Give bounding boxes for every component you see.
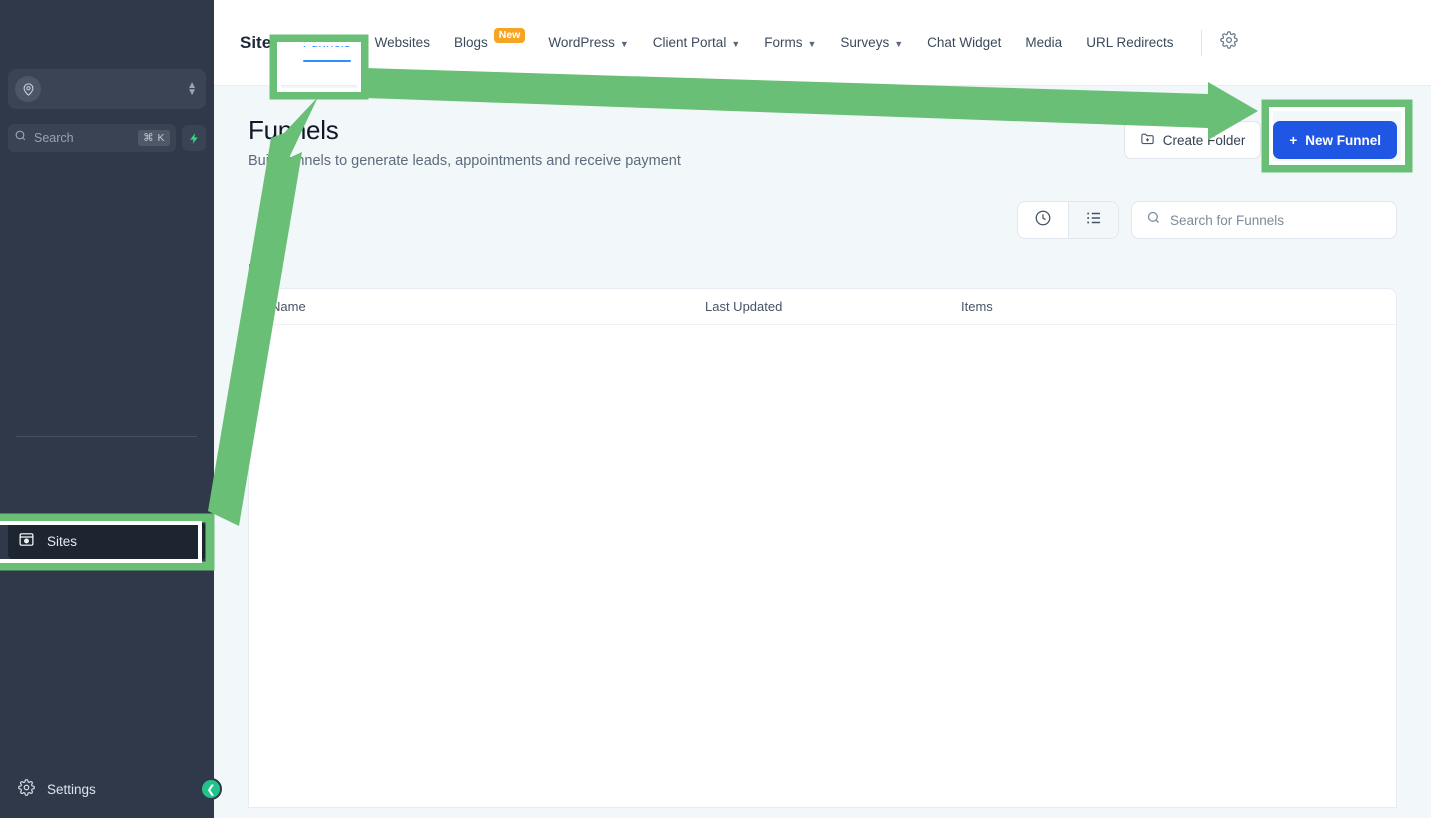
column-header-items[interactable]: Items (961, 299, 1396, 314)
page-header-text: Funnels Build funnels to generate leads,… (248, 115, 681, 169)
toolbar-divider (1201, 29, 1203, 56)
sidebar-item-settings[interactable]: Settings (8, 772, 158, 806)
tab-label: Chat Widget (927, 35, 1002, 50)
sidebar: ▲ ▼ Search ⌘ K Sites Settings ❮ (0, 0, 222, 818)
tab-media[interactable]: Media (1013, 0, 1074, 85)
tab-label: Websites (374, 35, 430, 50)
tab-label: Funnels (302, 35, 351, 50)
list-toolbar: Search for Funnels (248, 201, 1397, 239)
tab-label: URL Redirects (1086, 35, 1174, 50)
tab-label: Media (1025, 35, 1063, 50)
tab-label: Blogs (453, 35, 488, 50)
new-funnel-label: New Funnel (1305, 132, 1381, 148)
gear-icon (18, 779, 35, 799)
sidebar-collapse-button[interactable]: ❮ (200, 778, 222, 800)
page-title: Funnels (248, 115, 339, 145)
view-mode-switch (1017, 201, 1119, 239)
tab-label: Surveys (840, 35, 890, 50)
list-view-button[interactable] (1068, 202, 1118, 238)
tab-client-portal[interactable]: Client Portal ▼ (641, 0, 752, 85)
location-selector[interactable]: ▲ ▼ (8, 69, 206, 109)
chevron-down-icon: ▼ (619, 38, 629, 49)
sites-icon (18, 531, 35, 551)
tab-label: Client Portal (652, 35, 727, 50)
new-funnel-button[interactable]: + New Funnel (1273, 121, 1397, 159)
chevron-down-icon: ▼ (894, 38, 904, 49)
page-header: Funnels Build funnels to generate leads,… (248, 86, 1397, 169)
tab-websites[interactable]: Websites (363, 0, 442, 85)
recent-view-button[interactable] (1018, 202, 1068, 238)
plus-icon: + (1289, 132, 1298, 148)
create-folder-button[interactable]: Create Folder (1123, 121, 1262, 159)
page-subtitle: Build funnels to generate leads, appoint… (248, 153, 681, 169)
search-icon (1146, 210, 1161, 230)
app-brand-title: Sites (240, 32, 281, 52)
sidebar-settings-label: Settings (47, 781, 96, 797)
create-folder-label: Create Folder (1162, 132, 1246, 148)
search-input[interactable]: Search ⌘ K (8, 124, 176, 152)
sidebar-divider (16, 436, 197, 437)
lightning-bolt-icon[interactable] (182, 125, 206, 151)
gear-icon (1220, 31, 1239, 54)
tab-blogs[interactable]: Blogs New (442, 0, 536, 85)
page-content: Funnels Build funnels to generate leads,… (214, 86, 1431, 808)
funnels-table: Name Last Updated Items (248, 288, 1397, 808)
tab-bar: Funnels Websites Blogs New WordPress ▼ C… (291, 0, 1245, 85)
main-area: Sites Funnels Websites Blogs New WordPre… (214, 0, 1431, 818)
tab-chat-widget[interactable]: Chat Widget (915, 0, 1013, 85)
table-header-row: Name Last Updated Items (249, 289, 1396, 325)
chevron-down-icon: ▼ (731, 38, 741, 49)
tab-wordpress[interactable]: WordPress ▼ (536, 0, 640, 85)
column-header-last-updated[interactable]: Last Updated (705, 299, 961, 314)
sidebar-search-row: Search ⌘ K (8, 124, 206, 152)
location-pin-icon (15, 76, 41, 102)
search-shortcut: ⌘ K (138, 130, 170, 146)
breadcrumb[interactable]: Home (248, 261, 1397, 276)
folder-plus-icon (1140, 131, 1155, 149)
chevron-left-icon: ❮ (206, 783, 216, 796)
search-icon (14, 129, 27, 147)
funnel-search-input[interactable]: Search for Funnels (1131, 201, 1397, 239)
sidebar-item-sites[interactable]: Sites (8, 522, 206, 560)
clock-icon (1034, 209, 1052, 232)
column-header-name[interactable]: Name (249, 299, 705, 314)
chevron-down-icon: ▼ (807, 38, 817, 49)
tab-label: Forms (764, 35, 803, 50)
tab-label: WordPress (548, 35, 615, 50)
page-header-actions: Create Folder + New Funnel (1123, 115, 1397, 159)
tab-funnels[interactable]: Funnels (291, 0, 363, 85)
location-stepper-icon[interactable]: ▲ ▼ (187, 81, 197, 98)
tab-url-redirects[interactable]: URL Redirects (1074, 0, 1185, 85)
app-root: ▲ ▼ Search ⌘ K Sites Settings ❮ Sites Fu… (0, 0, 1431, 818)
funnel-search-placeholder: Search for Funnels (1170, 212, 1285, 228)
list-view-icon (1085, 209, 1103, 232)
tab-surveys[interactable]: Surveys ▼ (828, 0, 915, 85)
new-badge: New (493, 28, 526, 43)
sidebar-item-label: Sites (47, 533, 78, 549)
tab-forms[interactable]: Forms ▼ (752, 0, 828, 85)
site-settings-button[interactable] (1214, 31, 1244, 54)
search-placeholder: Search (34, 131, 74, 145)
top-navigation-bar: Sites Funnels Websites Blogs New WordPre… (214, 0, 1431, 86)
